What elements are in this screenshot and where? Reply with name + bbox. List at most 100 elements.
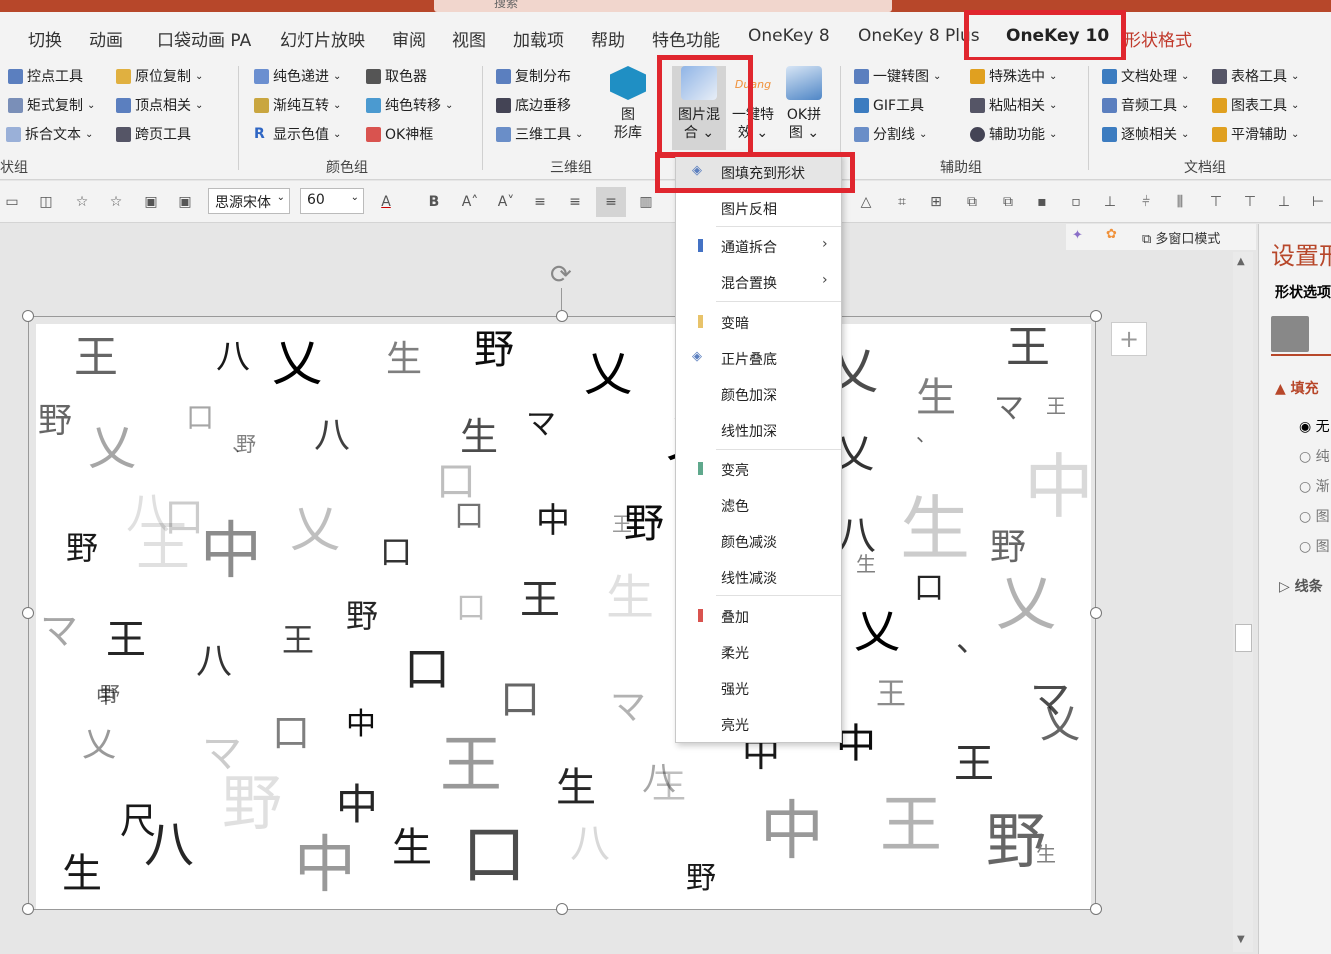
bottom-move-button[interactable]: 底边垂移 (496, 95, 571, 115)
front-icon[interactable]: ▪ (1032, 192, 1052, 212)
solid-gradient-button[interactable]: 纯色递进 ⌄ (254, 66, 341, 86)
vertex-button[interactable]: 顶点相关 ⌄ (116, 95, 203, 115)
chart-tool-button[interactable]: 图表工具 ⌄ (1212, 95, 1299, 115)
matrix-copy-button[interactable]: 矩式复制 ⌄ (8, 95, 95, 115)
color-transfer-button[interactable]: 纯色转移 ⌄ (366, 95, 453, 115)
shape-options-tab[interactable]: 形状选项 (1275, 282, 1331, 302)
bottom-align-icon[interactable]: ⊥ (1274, 192, 1294, 212)
menu-item-5[interactable]: ◈ 正片叠底 (676, 340, 841, 376)
align-center-icon[interactable]: ≡ (530, 192, 550, 212)
smooth-assist-button[interactable]: 平滑辅助 ⌄ (1212, 124, 1299, 144)
tab-shape-format[interactable]: 形状格式 (1124, 26, 1192, 51)
font-size-select[interactable]: 60 ⌄ (300, 188, 364, 214)
star-icon[interactable]: ☆ (106, 192, 126, 212)
triangle-icon[interactable]: △ (856, 192, 876, 212)
center-icon[interactable]: ⫼ (1170, 192, 1190, 212)
assist-function-button[interactable]: 辅助功能 ⌄ (970, 124, 1057, 144)
tab-onekey8[interactable]: OneKey 8 (748, 26, 830, 46)
ungroup-icon[interactable]: ⧉ (998, 192, 1018, 212)
multiwindow-button[interactable]: ⧉ 多窗口模式 (1142, 228, 1220, 247)
cross-page-button[interactable]: 跨页工具 (116, 124, 191, 144)
text-box-arrow-icon[interactable]: ▣ (175, 192, 195, 212)
tab-transitions[interactable]: 切换 (28, 26, 62, 51)
copy-distribute-button[interactable]: 复制分布 (496, 66, 571, 86)
fill-option-solid[interactable]: ○ 纯 (1299, 446, 1330, 466)
scroll-down-icon[interactable]: ▼ (1237, 934, 1245, 945)
gif-tool-button[interactable]: GIF工具 (854, 95, 924, 115)
table-tool-button[interactable]: 表格工具 ⌄ (1212, 66, 1299, 86)
top-align-icon[interactable]: ⊤ (1240, 192, 1260, 212)
menu-item-2[interactable]: 通道拆合 › (676, 228, 841, 264)
menu-item-8[interactable]: 变亮 (676, 451, 841, 487)
resize-handle[interactable] (22, 903, 34, 915)
tab-animations[interactable]: 动画 (89, 26, 123, 51)
ok-frame-button[interactable]: OK神框 (366, 124, 433, 144)
edit-shape-icon[interactable]: ◫ (36, 192, 56, 212)
menu-item-14[interactable]: 强光 (676, 670, 841, 706)
handle-tool-button[interactable]: 控点工具 (8, 66, 83, 86)
fill-option-gradient[interactable]: ○ 渐 (1299, 476, 1330, 496)
tab-pocket-animation[interactable]: 口袋动画 PA (157, 26, 251, 51)
paste-related-button[interactable]: 粘贴相关 ⌄ (970, 95, 1057, 115)
frame-by-frame-button[interactable]: 逐帧相关 ⌄ (1102, 124, 1189, 144)
rotate-handle-icon[interactable]: ⟳ (550, 260, 572, 290)
3d-tool-button[interactable]: 三维工具 ⌄ (496, 124, 583, 144)
menu-item-7[interactable]: 线性加深 (676, 412, 841, 448)
align-icon[interactable]: ⊞ (926, 192, 946, 212)
add-icon[interactable]: + (1111, 322, 1147, 356)
split-text-button[interactable]: 拆合文本 ⌄ (6, 124, 93, 144)
font-color-icon[interactable]: A (376, 192, 396, 212)
menu-item-15[interactable]: 亮光 (676, 706, 841, 742)
menu-item-6[interactable]: 颜色加深 (676, 376, 841, 412)
tab-review[interactable]: 审阅 (392, 26, 426, 51)
split-line-button[interactable]: 分割线 ⌄ (854, 124, 927, 144)
distribute-h-icon[interactable]: ⊥ (1100, 192, 1120, 212)
fill-option-pattern[interactable]: ○ 图 (1299, 536, 1330, 556)
resize-handle[interactable] (556, 310, 568, 322)
one-key-convert-button[interactable]: 一键转图 ⌄ (854, 66, 941, 86)
menu-item-12[interactable]: 叠加 (676, 598, 841, 634)
line-section[interactable]: ▷ 线条 (1279, 576, 1323, 596)
shrink-font-icon[interactable]: A˅ (496, 192, 516, 212)
scroll-up-icon[interactable]: ▲ (1237, 256, 1245, 267)
fill-line-icon[interactable] (1271, 316, 1309, 352)
align-left-icon[interactable]: ≡ (596, 187, 626, 217)
resize-handle[interactable] (22, 310, 34, 322)
crop-icon[interactable]: ⌗ (892, 192, 912, 212)
vertical-scrollbar[interactable] (1233, 252, 1253, 952)
tab-slideshow[interactable]: 幻灯片放映 (280, 26, 365, 51)
menu-item-3[interactable]: 混合置换 › (676, 264, 841, 300)
middle-icon[interactable]: ⊤ (1206, 192, 1226, 212)
distribute-v-icon[interactable]: ⫩ (1136, 192, 1156, 212)
tab-features[interactable]: 特色功能 (652, 26, 720, 51)
columns-icon[interactable]: ▥ (636, 192, 656, 212)
right-align-icon[interactable]: ⊢ (1308, 192, 1328, 212)
magic-icon[interactable]: ✦ (1072, 228, 1083, 243)
tab-onekey8plus[interactable]: OneKey 8 Plus (858, 26, 980, 46)
color-picker-button[interactable]: 取色器 (366, 66, 427, 86)
back-icon[interactable]: ▫ (1066, 192, 1086, 212)
resize-handle[interactable] (1090, 310, 1102, 322)
tab-help[interactable]: 帮助 (591, 26, 625, 51)
menu-item-1[interactable]: 图片反相 (676, 190, 841, 226)
resize-handle[interactable] (1090, 607, 1102, 619)
audio-tool-button[interactable]: 音频工具 ⌄ (1102, 95, 1189, 115)
ok-join-button[interactable]: OK拼图 ⌄ (780, 66, 828, 142)
special-select-button[interactable]: 特殊选中 ⌄ (970, 66, 1057, 86)
text-box-icon[interactable]: ▣ (141, 192, 161, 212)
font-family-select[interactable]: 思源宋体 ⌄ (208, 188, 290, 214)
shape-icon[interactable]: ▭ (2, 192, 22, 212)
resize-handle[interactable] (22, 607, 34, 619)
grow-font-icon[interactable]: A˄ (460, 192, 480, 212)
menu-item-13[interactable]: 柔光 (676, 634, 841, 670)
scroll-thumb[interactable] (1235, 624, 1252, 652)
fill-section[interactable]: ▲ 填充 (1275, 378, 1319, 398)
resize-handle[interactable] (556, 903, 568, 915)
show-color-value-button[interactable]: R 显示色值 ⌄ (254, 124, 341, 144)
group-icon[interactable]: ⧉ (962, 192, 982, 212)
search-box[interactable]: 搜索 (434, 0, 892, 12)
fill-option-none[interactable]: ◉ 无 (1299, 416, 1330, 436)
shape-library-button[interactable]: 图形库 (606, 66, 650, 142)
menu-item-9[interactable]: 滤色 (676, 487, 841, 523)
star-outline-icon[interactable]: ☆ (72, 192, 92, 212)
